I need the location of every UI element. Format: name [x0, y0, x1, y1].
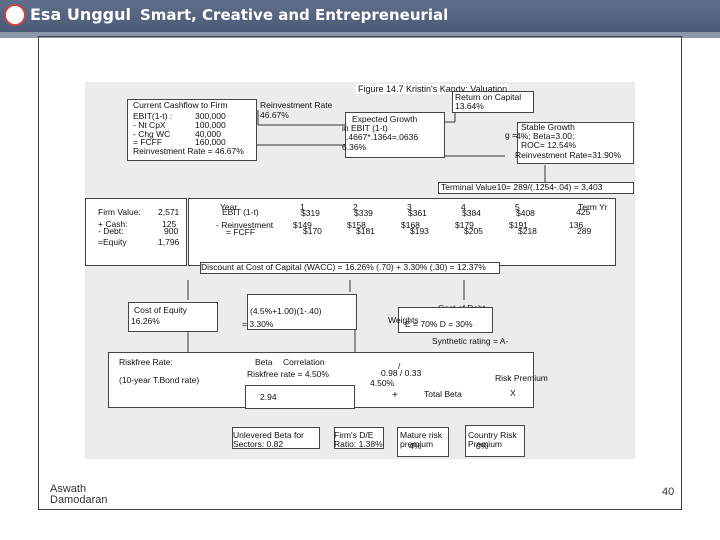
times-symbol: X — [510, 388, 516, 398]
firm-value-label: Firm Value: — [98, 207, 141, 217]
debt-equity-value: Ratio: 1.38% — [334, 439, 383, 449]
total-beta-label: Total Beta — [424, 389, 462, 399]
ebit-value: $384 — [462, 208, 481, 218]
correlation-label: Correlation — [283, 357, 325, 367]
author-name: Aswath Damodaran — [50, 484, 107, 506]
debt-label: - Debt: — [98, 226, 124, 236]
beta-label: Beta — [255, 357, 273, 367]
return-on-capital-value: 13.64% — [455, 101, 484, 111]
riskfree-subtitle: (10-year T.Bond rate) — [119, 375, 200, 385]
riskfree-label: Riskfree Rate: — [119, 357, 173, 367]
ebit-value: $339 — [354, 208, 373, 218]
fcff-value: $193 — [410, 226, 429, 236]
cost-of-equity-label: Cost of Equity — [134, 305, 187, 315]
ebit-label: EBIT (1-t) — [222, 207, 259, 217]
fcff-label: = FCFF — [226, 227, 256, 237]
riskfree-rate-line: Riskfree rate = 4.50% — [247, 369, 329, 379]
equity-value: 1,796 — [158, 237, 180, 247]
terminal-fcff: 289 — [577, 226, 592, 236]
cost-of-debt-value: = 3.30% — [242, 319, 274, 329]
weights-value: E = 70% D = 30% — [405, 319, 473, 329]
country-risk-value: 0% — [476, 441, 489, 451]
fcff-value: $181 — [356, 226, 375, 236]
synthetic-rating: Synthetic rating = A- — [432, 336, 509, 346]
author-last-name: Damodaran — [50, 494, 108, 506]
expected-growth-value: 6.36% — [342, 142, 367, 152]
stable-growth-reinvestment: Reinvestment Rate=31.90% — [515, 150, 622, 160]
equity-label: =Equity — [98, 237, 127, 247]
mature-risk-value: 4% — [409, 441, 422, 451]
reinvestment-rate-text: Reinvestment Rate = 46.67% — [133, 146, 244, 156]
discount-text: Discount at Cost of Capital (WACC) = 16.… — [201, 262, 486, 272]
firm-value-value: 2,571 — [158, 207, 180, 217]
fcff-value: $170 — [303, 226, 322, 236]
fcff-value: $205 — [464, 226, 483, 236]
ebit-value: $408 — [516, 208, 535, 218]
page-number: 40 — [662, 486, 675, 498]
ebit-value: $319 — [301, 208, 320, 218]
riskfree-value: 4.50% — [370, 378, 395, 388]
beta-value: 2.94 — [260, 392, 277, 402]
fcff-value: $218 — [518, 226, 537, 236]
terminal-value: Terminal Value10= 289/(.1254-.04) = 3,40… — [441, 182, 603, 192]
debt-value: 900 — [164, 226, 179, 236]
cost-of-equity-value: 16.26% — [131, 316, 160, 326]
ebit-value: $361 — [408, 208, 427, 218]
current-cashflow-title: Current Cashflow to Firm — [133, 100, 228, 110]
unlevered-beta-value: Sectors: 0.82 — [233, 439, 284, 449]
cost-of-debt-formula: (4.5%+1.00)(1-.40) — [250, 306, 322, 316]
reinvestment-rate-value: 46.67% — [260, 110, 289, 120]
terminal-ebit: 425 — [576, 207, 591, 217]
plus-symbol: + — [392, 390, 398, 401]
risk-premium-label: Risk Premium — [495, 373, 548, 383]
